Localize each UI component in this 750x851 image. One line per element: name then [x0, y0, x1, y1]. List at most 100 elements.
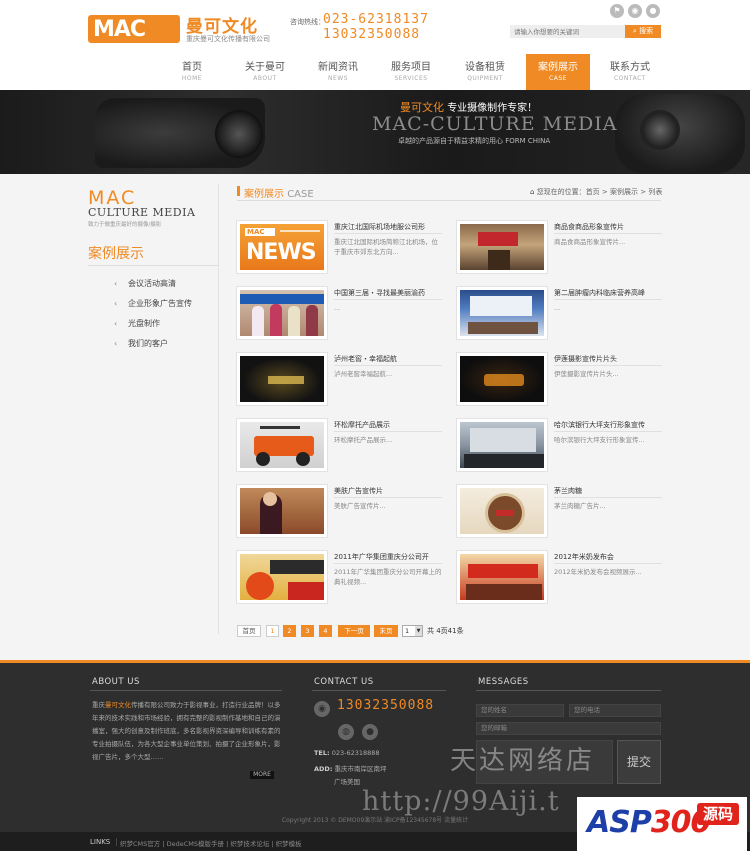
- pager-last[interactable]: 末页: [374, 625, 398, 637]
- case-thumbnail[interactable]: [237, 353, 327, 405]
- case-divider: [554, 365, 662, 366]
- footer-more-button[interactable]: MORE: [250, 771, 274, 779]
- nav-sublabel: HOME: [181, 75, 203, 82]
- case-desc: 泸州老窖幸福起航...: [334, 370, 393, 378]
- banner-subline: 卓越的产品源自于精益求精的用心 FORM CHINA: [398, 137, 551, 145]
- case-thumbnail[interactable]: [237, 485, 327, 537]
- sidebar-item-meeting[interactable]: ‹ 会议活动高清: [88, 274, 218, 294]
- breadcrumb-home[interactable]: 首页: [586, 188, 600, 196]
- case-item[interactable]: 商品食商品形象宣传片 商品食商品形象宣传片...: [457, 221, 662, 276]
- message-submit-button[interactable]: 提交: [617, 740, 661, 784]
- nav-sublabel: CONTACT: [614, 75, 646, 82]
- weibo-icon[interactable]: ◉: [628, 4, 642, 18]
- case-thumbnail[interactable]: [237, 287, 327, 339]
- site-header: MAC 曼可文化 重庆曼可文化传播有限公司 咨询热线： 023-62318137…: [0, 0, 750, 90]
- sidebar-item-ads[interactable]: ‹ 企业形象广告宣传: [88, 294, 218, 314]
- sidebar-item-disc[interactable]: ‹ 光盘制作: [88, 314, 218, 334]
- sidebar-item-clients[interactable]: ‹ 我们的客户: [88, 334, 218, 354]
- pager-page-1[interactable]: 1: [266, 625, 279, 637]
- case-item[interactable]: 中国第三届・寻找最美丽渝药 ...: [237, 287, 442, 342]
- case-thumbnail[interactable]: [457, 221, 547, 273]
- weibo-icon[interactable]: ◉: [314, 701, 330, 717]
- case-item[interactable]: 环松摩托产品展示 环松摩托产品展示...: [237, 419, 442, 474]
- case-divider: [554, 563, 662, 564]
- section-title: 案例展示 CASE: [244, 185, 314, 200]
- footer-about-text: 重庆曼可文化传播有限公司致力于影视事业，打造行业品牌！以多年来的技术实践和市场经…: [92, 699, 282, 764]
- case-item[interactable]: MAC NEWS 重庆江北国际机场地服公司形 重庆江北国际机场简称江北机场，位于重…: [237, 221, 442, 276]
- nav-equipment[interactable]: 设备租赁 QUIPMENT: [453, 54, 517, 90]
- pager-next[interactable]: 下一页: [338, 625, 370, 637]
- wechat-icon[interactable]: ◍: [338, 724, 354, 740]
- footer-about-title: ABOUT US: [92, 677, 140, 687]
- pager-page-4[interactable]: 4: [319, 625, 332, 637]
- share-icon[interactable]: ⚑: [610, 4, 624, 18]
- message-name-field[interactable]: 您的姓名: [476, 704, 564, 717]
- case-title[interactable]: 环松摩托产品展示: [334, 420, 442, 430]
- case-title[interactable]: 2011年广华集团重庆分公司开: [334, 552, 442, 562]
- case-title[interactable]: 2012年米奶发布会: [554, 552, 662, 562]
- footer-contact-divider: [312, 690, 446, 691]
- case-thumbnail[interactable]: [457, 419, 547, 471]
- search-button-label: 搜索: [639, 27, 654, 35]
- case-desc: 哈尔滨银行大坪支行形象宣传...: [554, 436, 645, 444]
- case-title[interactable]: 哈尔滨银行大坪支行形象宣传: [554, 420, 662, 430]
- nav-home[interactable]: 首页 HOME: [160, 54, 224, 90]
- footer-tel: TEL: 023-62318888: [314, 749, 454, 757]
- pager-page-2[interactable]: 2: [283, 625, 296, 637]
- logo-mark-text: MAC: [93, 17, 146, 42]
- breadcrumb-label: 您现在的位置：: [536, 188, 586, 196]
- case-title[interactable]: 中国第三届・寻找最美丽渝药: [334, 288, 442, 298]
- case-thumbnail[interactable]: [457, 551, 547, 603]
- nav-services[interactable]: 服务项目 SERVICES: [379, 54, 443, 90]
- camera-image-right: [615, 94, 745, 174]
- search-input[interactable]: [510, 25, 625, 38]
- footer-links[interactable]: 织梦CMS官方 | DedeCMS模版手册 | 织梦技术论坛 | 织梦模板: [120, 838, 302, 848]
- case-divider: [554, 233, 662, 234]
- logo-mark-box: MAC: [88, 15, 180, 43]
- case-item[interactable]: 泸州老窖・幸福起航 泸州老窖幸福起航...: [237, 353, 442, 408]
- logo-company-name: 重庆曼可文化传播有限公司: [186, 35, 270, 43]
- case-title[interactable]: 美肤广告宣传片: [334, 486, 442, 496]
- case-thumbnail[interactable]: [237, 419, 327, 471]
- case-item[interactable]: 2012年米奶发布会 2012年米奶发布会视频展示...: [457, 551, 662, 606]
- case-title[interactable]: 茅兰肉糖: [554, 486, 662, 496]
- pager-first[interactable]: 首页: [237, 625, 261, 637]
- case-item[interactable]: 第二届肿瘤内科临床营养高峰 ...: [457, 287, 662, 342]
- section-divider: [237, 200, 661, 201]
- case-thumbnail[interactable]: [457, 353, 547, 405]
- case-item[interactable]: 哈尔滨银行大坪支行形象宣传 哈尔滨银行大坪支行形象宣传...: [457, 419, 662, 474]
- case-item[interactable]: 伊莲摄影宣传片片头 伊莲摄影宣传片片头...: [457, 353, 662, 408]
- case-desc: 重庆江北国际机场简称江北机场，位于重庆市郊东北方向...: [334, 238, 438, 256]
- site-logo[interactable]: MAC 曼可文化 重庆曼可文化传播有限公司: [88, 12, 273, 46]
- case-title[interactable]: 重庆江北国际机场地服公司形: [334, 222, 442, 232]
- case-thumbnail[interactable]: MAC NEWS: [237, 221, 327, 273]
- message-phone-field[interactable]: 您的电话: [569, 704, 661, 717]
- breadcrumb-case[interactable]: 案例展示: [610, 188, 638, 196]
- case-item[interactable]: 美肤广告宣传片 美肤广告宣传片...: [237, 485, 442, 540]
- case-item[interactable]: 茅兰肉糖 茅兰肉糖广告片...: [457, 485, 662, 540]
- nav-sublabel: QUIPMENT: [467, 75, 503, 82]
- pager-select[interactable]: 1 ▼: [402, 625, 423, 637]
- nav-contact[interactable]: 联系方式 CONTACT: [598, 54, 662, 90]
- watermark-text: 天达网络店: [450, 746, 596, 776]
- nav-sublabel: SERVICES: [394, 75, 428, 82]
- case-title[interactable]: 第二届肿瘤内科临床营养高峰: [554, 288, 662, 298]
- qq-icon[interactable]: ●: [646, 4, 660, 18]
- qq-icon[interactable]: ●: [362, 724, 378, 740]
- case-desc: 茅兰肉糖广告片...: [554, 502, 606, 510]
- case-thumbnail[interactable]: [237, 551, 327, 603]
- chevron-down-icon: ▼: [415, 626, 422, 636]
- message-email-field[interactable]: 您的邮箱: [476, 722, 661, 735]
- case-thumbnail[interactable]: [457, 485, 547, 537]
- case-thumbnail[interactable]: [457, 287, 547, 339]
- nav-case[interactable]: 案例展示 CASE: [526, 54, 590, 90]
- nav-about[interactable]: 关于曼可 ABOUT: [233, 54, 297, 90]
- case-title[interactable]: 泸州老窖・幸福起航: [334, 354, 442, 364]
- case-title[interactable]: 商品食商品形象宣传片: [554, 222, 662, 232]
- nav-sublabel: NEWS: [327, 75, 349, 82]
- nav-news[interactable]: 新闻资讯 NEWS: [306, 54, 370, 90]
- search-button[interactable]: ⌕ 搜索: [625, 25, 661, 38]
- case-title[interactable]: 伊莲摄影宣传片片头: [554, 354, 662, 364]
- case-item[interactable]: 2011年广华集团重庆分公司开 2011年广华集团重庆分公司开幕上的典礼视频..…: [237, 551, 442, 606]
- pager-page-3[interactable]: 3: [301, 625, 314, 637]
